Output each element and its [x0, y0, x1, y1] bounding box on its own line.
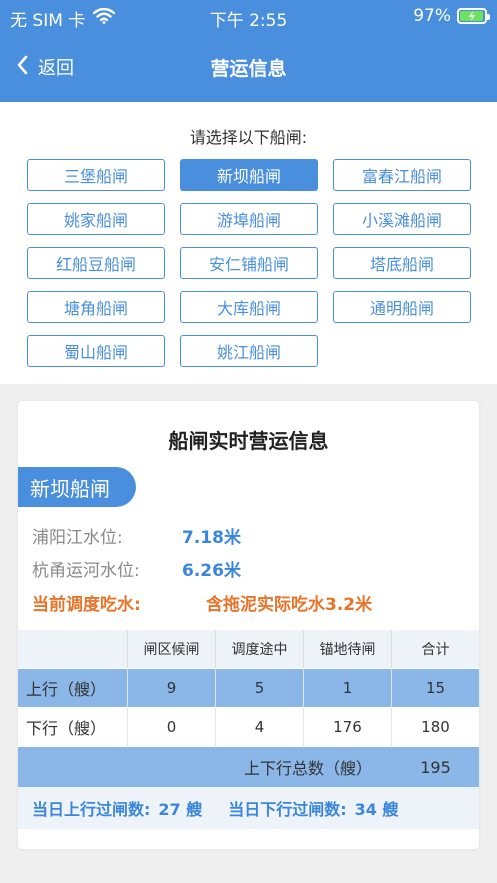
down-pass-label: 当日下行过闸数:: [228, 800, 347, 819]
status-bar: 无 SIM 卡 下午 2:55 97%: [0, 0, 497, 34]
hangyong-level-label: 杭甬运河水位:: [32, 561, 140, 581]
draft-label: 当前调度吃水:: [32, 595, 141, 615]
lock-button[interactable]: 姚家船闸: [27, 203, 165, 235]
selector-prompt: 请选择以下船闸:: [189, 128, 308, 147]
hangyong-level-row: 杭甬运河水位: 6.26米: [32, 556, 241, 581]
realtime-info-card: 船闸实时营运信息 新坝船闸 浦阳江水位: 7.18米 杭甬运河水位: 6.26米…: [18, 401, 479, 849]
top-bar: 无 SIM 卡 下午 2:55 97% 返回 营运信息: [0, 0, 497, 102]
down-pass-value: 34 艘: [354, 800, 399, 819]
header-cell: [18, 630, 128, 668]
table-cell: 1: [304, 669, 392, 707]
total-value: 195: [420, 757, 451, 777]
lock-button[interactable]: 三堡船闸: [27, 159, 165, 191]
table-cell: 0: [128, 708, 216, 746]
table-header: 闸区候闸 调度途中 锚地待闸 合计: [18, 630, 479, 669]
table-cell: 上行（艘）: [18, 669, 128, 707]
lock-button[interactable]: 富春江船闸: [333, 159, 471, 191]
up-pass-value: 27 艘: [158, 800, 203, 819]
header-cell: 闸区候闸: [128, 630, 216, 668]
header-cell: 调度途中: [216, 630, 304, 668]
selected-lock-tag: 新坝船闸: [18, 467, 136, 507]
lock-button[interactable]: 红船豆船闸: [27, 247, 165, 279]
battery-group: 97%: [413, 6, 490, 26]
table-cell: 下行（艘）: [18, 708, 128, 746]
header-cell: 锚地待闸: [304, 630, 392, 668]
lock-button[interactable]: 安仁铺船闸: [180, 247, 318, 279]
draft-row: 当前调度吃水: 含拖泥实际吃水3.2米: [32, 590, 372, 615]
lock-button[interactable]: 游埠船闸: [180, 203, 318, 235]
battery-charging-icon: [457, 8, 490, 24]
lock-button[interactable]: 塘角船闸: [27, 291, 165, 323]
lock-button[interactable]: 通明船闸: [333, 291, 471, 323]
lock-selector: 请选择以下船闸: 三堡船闸 新坝船闸 富春江船闸姚家船闸 游埠船闸 小溪滩船闸红船豆船闸…: [0, 102, 497, 384]
lock-button[interactable]: 大库船闸: [180, 291, 318, 323]
daily-pass-row: 当日上行过闸数: 27 艘 当日下行过闸数: 34 艘: [18, 787, 479, 829]
up-pass-label: 当日上行过闸数:: [32, 800, 151, 819]
battery-fill: [460, 11, 484, 21]
traffic-table: 闸区候闸 调度途中 锚地待闸 合计 上行（艘） 9 5 1 15 下行（艘） 0…: [18, 630, 479, 829]
table-cell: 5: [216, 669, 304, 707]
lock-button[interactable]: 小溪滩船闸: [333, 203, 471, 235]
header-cell: 合计: [421, 642, 450, 658]
table-row-downstream: 下行（艘） 0 4 176 180: [18, 708, 479, 747]
lock-button[interactable]: 姚江船闸: [180, 335, 318, 367]
nav-bar: 返回 营运信息: [0, 46, 497, 86]
table-total-row: 上下行总数（艘） 195: [18, 747, 479, 787]
lock-button[interactable]: 塔底船闸: [333, 247, 471, 279]
table-row-upstream: 上行（艘） 9 5 1 15: [18, 669, 479, 708]
total-label: 上下行总数（艘）: [243, 759, 372, 778]
table-cell: 15: [425, 679, 446, 697]
table-cell: 176: [304, 708, 392, 746]
table-cell: 180: [421, 718, 450, 736]
puyang-level-value: 7.18米: [182, 528, 241, 548]
draft-value: 含拖泥实际吃水3.2米: [206, 595, 373, 615]
hangyong-level-value: 6.26米: [182, 561, 241, 581]
battery-percent: 97%: [413, 6, 451, 26]
puyang-level-row: 浦阳江水位: 7.18米: [32, 523, 241, 548]
page-title: 营运信息: [210, 58, 287, 80]
card-title: 船闸实时营运信息: [168, 429, 329, 453]
lock-button[interactable]: 蜀山船闸: [27, 335, 165, 367]
puyang-level-label: 浦阳江水位:: [32, 528, 123, 548]
lock-button[interactable]: 新坝船闸: [180, 159, 318, 191]
table-cell: 9: [128, 669, 216, 707]
table-cell: 4: [216, 708, 304, 746]
